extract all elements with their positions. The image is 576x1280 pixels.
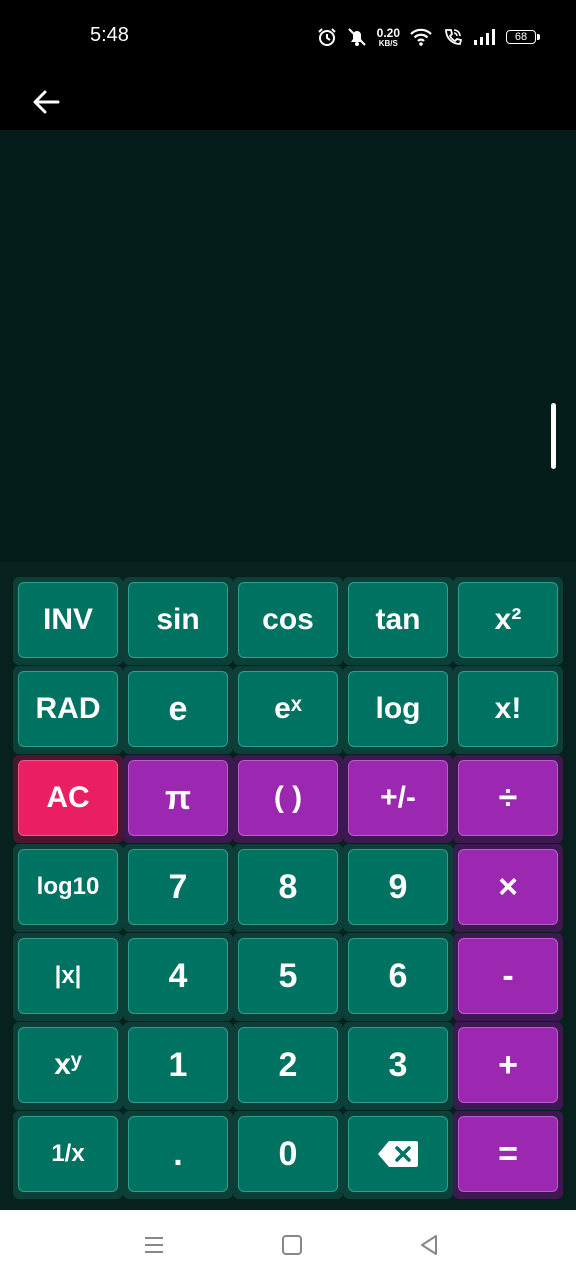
key-cell: π bbox=[123, 755, 233, 843]
key-7[interactable]: 7 bbox=[128, 849, 228, 925]
text-cursor bbox=[551, 403, 556, 469]
key-parentheses[interactable]: ( ) bbox=[238, 760, 338, 836]
key-cell: 5 bbox=[233, 933, 343, 1021]
key-2[interactable]: 2 bbox=[238, 1027, 338, 1103]
key-rad[interactable]: RAD bbox=[18, 671, 118, 747]
calculator-display[interactable] bbox=[0, 130, 576, 562]
key-5[interactable]: 5 bbox=[238, 938, 338, 1014]
key-cell: 4 bbox=[123, 933, 233, 1021]
key-cell: tan bbox=[343, 577, 453, 665]
key-cell: +/- bbox=[343, 755, 453, 843]
status-icons: 0.20 KB/S 68 bbox=[317, 24, 540, 50]
square-icon bbox=[282, 1235, 302, 1255]
key-cell: log bbox=[343, 666, 453, 754]
key-plus[interactable]: + bbox=[458, 1027, 558, 1103]
key-log10[interactable]: log10 bbox=[18, 849, 118, 925]
key-0[interactable]: 0 bbox=[238, 1116, 338, 1192]
battery-indicator: 68 bbox=[506, 30, 540, 44]
key-cell: x² bbox=[453, 577, 563, 665]
key-cell: . bbox=[123, 1111, 233, 1199]
key-cell bbox=[343, 1111, 453, 1199]
key-cell: xʸ bbox=[13, 1022, 123, 1110]
key-cell: |x| bbox=[13, 933, 123, 1021]
signal-icon bbox=[473, 27, 497, 47]
key-cell: ÷ bbox=[453, 755, 563, 843]
key-log[interactable]: log bbox=[348, 671, 448, 747]
key-equals[interactable]: = bbox=[458, 1116, 558, 1192]
network-speed-unit: KB/S bbox=[378, 38, 398, 48]
key-decimal[interactable]: . bbox=[128, 1116, 228, 1192]
key-cell: 2 bbox=[233, 1022, 343, 1110]
key-xminuspow-y[interactable]: xʸ bbox=[18, 1027, 118, 1103]
system-navigation-bar bbox=[0, 1210, 576, 1280]
key-cell: log10 bbox=[13, 844, 123, 932]
backspace-icon bbox=[378, 1141, 418, 1167]
key-sign[interactable]: +/- bbox=[348, 760, 448, 836]
key-6[interactable]: 6 bbox=[348, 938, 448, 1014]
calculator-keypad: INV sin cos tan x² RAD e eˣ log x! AC π( ) +/- ÷ log10… bbox=[0, 562, 576, 1210]
key-cell: 9 bbox=[343, 844, 453, 932]
key-cell: 8 bbox=[233, 844, 343, 932]
key-3[interactable]: 3 bbox=[348, 1027, 448, 1103]
key-minus[interactable]: - bbox=[458, 938, 558, 1014]
key-cell: cos bbox=[233, 577, 343, 665]
app-bar bbox=[0, 74, 576, 130]
menu-icon bbox=[145, 1237, 163, 1253]
key-cell: + bbox=[453, 1022, 563, 1110]
key-tan[interactable]: tan bbox=[348, 582, 448, 658]
key-factorial[interactable]: x! bbox=[458, 671, 558, 747]
key-8[interactable]: 8 bbox=[238, 849, 338, 925]
key-cell: INV bbox=[13, 577, 123, 665]
key-xminussquared[interactable]: x² bbox=[458, 582, 558, 658]
key-cell: RAD bbox=[13, 666, 123, 754]
key-cell: = bbox=[453, 1111, 563, 1199]
alarm-icon bbox=[317, 27, 337, 47]
key-cell: ( ) bbox=[233, 755, 343, 843]
mute-bell-icon bbox=[346, 27, 368, 47]
key-4[interactable]: 4 bbox=[128, 938, 228, 1014]
key-pi[interactable]: π bbox=[128, 760, 228, 836]
key-1[interactable]: 1 bbox=[128, 1027, 228, 1103]
key-abs[interactable]: |x| bbox=[18, 938, 118, 1014]
network-speed: 0.20 KB/S bbox=[377, 27, 400, 48]
key-reciprocal[interactable]: 1/x bbox=[18, 1116, 118, 1192]
key-cell: 6 bbox=[343, 933, 453, 1021]
back-nav-button[interactable] bbox=[416, 1232, 442, 1258]
key-cell: 3 bbox=[343, 1022, 453, 1110]
network-speed-value: 0.20 bbox=[376, 25, 400, 40]
key-cell: e bbox=[123, 666, 233, 754]
triangle-back-icon bbox=[421, 1235, 437, 1255]
key-cell: x! bbox=[453, 666, 563, 754]
key-cell: eˣ bbox=[233, 666, 343, 754]
recent-apps-button[interactable] bbox=[141, 1232, 167, 1258]
key-inv[interactable]: INV bbox=[18, 582, 118, 658]
key-cell: AC bbox=[13, 755, 123, 843]
wifi-icon bbox=[409, 27, 433, 47]
key-cos[interactable]: cos bbox=[238, 582, 338, 658]
status-time: 5:48 bbox=[90, 24, 129, 46]
key-9[interactable]: 9 bbox=[348, 849, 448, 925]
key-cell: 7 bbox=[123, 844, 233, 932]
key-cell: - bbox=[453, 933, 563, 1021]
key-sin[interactable]: sin bbox=[128, 582, 228, 658]
key-divide[interactable]: ÷ bbox=[458, 760, 558, 836]
key-cell: × bbox=[453, 844, 563, 932]
key-e[interactable]: e bbox=[128, 671, 228, 747]
key-cell: sin bbox=[123, 577, 233, 665]
key-ac[interactable]: AC bbox=[18, 760, 118, 836]
key-cell: 0 bbox=[233, 1111, 343, 1199]
back-button[interactable] bbox=[24, 80, 68, 124]
wifi-calling-icon bbox=[442, 27, 464, 47]
status-bar: 5:48 0.20 KB/S 68 bbox=[0, 0, 576, 74]
key-multiply[interactable]: × bbox=[458, 849, 558, 925]
back-arrow-icon bbox=[33, 90, 60, 114]
home-button[interactable] bbox=[279, 1232, 305, 1258]
key-eminuspow-x[interactable]: eˣ bbox=[238, 671, 338, 747]
key-cell: 1/x bbox=[13, 1111, 123, 1199]
key-cell: 1 bbox=[123, 1022, 233, 1110]
backspace-button[interactable] bbox=[348, 1116, 448, 1192]
